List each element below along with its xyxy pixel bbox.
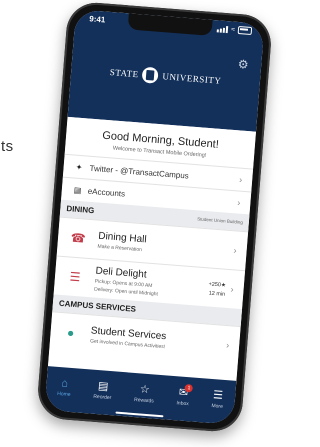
twitter-icon: ✦ [75,162,83,172]
logo-text-left: STATE [109,67,139,80]
eaccounts-icon: ▤ [73,185,82,195]
seal-icon [141,66,160,84]
chevron-right-icon: › [237,197,241,208]
university-logo: STATE UNIVERSITY [71,61,261,92]
battery-icon [237,25,253,36]
home-icon: ⌂ [60,377,69,390]
logo-text-right: UNIVERSITY [162,71,222,86]
wifi-icon: ≈ [230,25,236,34]
chevron-right-icon: › [233,245,238,256]
dining-header-label: DINING [66,204,95,216]
notch [127,13,213,36]
tab-rewards-label: Rewards [133,396,154,405]
chevron-right-icon: › [230,284,234,295]
tab-reorder-label: Reorder [93,393,112,402]
chevron-right-icon: › [225,340,230,351]
tab-rewards[interactable]: ☆ Rewards [134,383,155,404]
menu-icon: ☰ [212,389,224,402]
tab-more[interactable]: ☰ More [211,389,224,410]
deli-wait-time: 12 min [208,290,226,298]
reservation-icon: ☎ [70,230,87,246]
dining-location-note: Student Union Building [196,216,244,225]
food-icon: ☰ [69,269,81,285]
star-icon: ☆ [139,383,151,397]
main-content: Good Morning, Student! Welcome to Transa… [47,116,257,385]
signal-icon [216,25,229,33]
phone-frame: 9:41 ≈ ⚙ STATE UNIVERSITY Good Morning, … [35,0,274,434]
reorder-icon: ▤ [97,380,109,393]
twitter-link-label: Twitter - @TransactCampus [89,163,190,181]
tab-more-label: More [211,403,224,410]
status-time: 9:41 [88,14,106,25]
dining-hall-title: Dining Hall [97,230,148,245]
tab-inbox[interactable]: ✉ 1 Inbox [176,383,194,408]
tab-inbox-label: Inbox [176,400,189,408]
phone-screen: 9:41 ≈ ⚙ STATE UNIVERSITY Good Morning, … [44,9,265,425]
gear-icon[interactable]: ⚙ [237,57,250,72]
tab-reorder[interactable]: ▤ Reorder [93,380,113,401]
eaccounts-link-label: eAccounts [87,186,126,199]
dining-hall-subtitle: Make a Reservation [97,243,143,253]
scene: 9:41 ≈ ⚙ STATE UNIVERSITY Good Morning, … [0,0,274,447]
campus-header-label: CAMPUS SERVICES [58,298,137,314]
inbox-badge: 1 [184,383,194,393]
person-icon: ● [66,325,75,341]
status-icons: ≈ [216,24,253,36]
deli-meta: +250★ 12 min [207,280,226,299]
chevron-right-icon: › [238,174,243,185]
tab-home-label: Home [56,390,71,398]
home-indicator [114,411,163,418]
app-header: 9:41 ≈ ⚙ STATE UNIVERSITY [67,9,265,132]
tab-home[interactable]: ⌂ Home [57,377,72,398]
